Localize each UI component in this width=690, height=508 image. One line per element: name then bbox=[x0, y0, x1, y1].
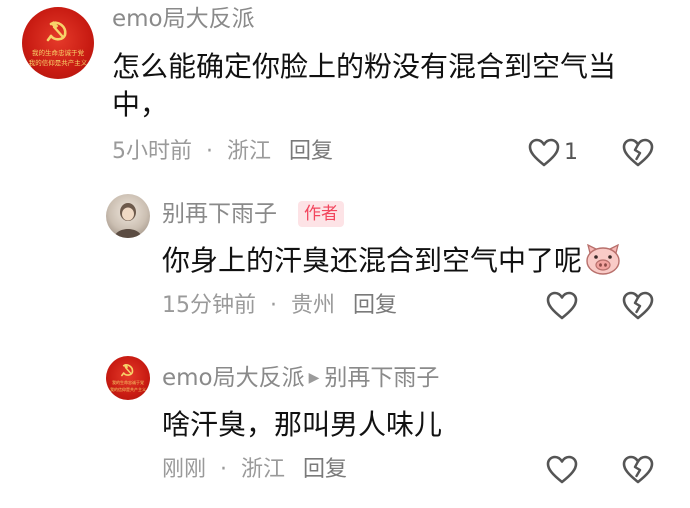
reply-button[interactable]: 回复 bbox=[303, 457, 347, 482]
timestamp: 刚刚 bbox=[162, 457, 207, 482]
broken-heart-icon[interactable] bbox=[622, 455, 654, 485]
heart-outline-icon[interactable] bbox=[546, 291, 578, 321]
comment-meta: 15分钟前 · 贵州 回复 bbox=[162, 292, 397, 320]
comment-text: 啥汗臭，那叫男人味儿 bbox=[162, 408, 443, 441]
username[interactable]: 别再下雨子 bbox=[162, 200, 277, 228]
pig-face-emoji bbox=[586, 244, 620, 275]
reply-header: emo局大反派 ▶ 别再下雨子 bbox=[162, 364, 439, 392]
reply-button[interactable]: 回复 bbox=[289, 139, 333, 164]
username[interactable]: emo局大反派 bbox=[112, 5, 255, 33]
location: 浙江 bbox=[241, 457, 286, 482]
username[interactable]: emo局大反派 bbox=[162, 365, 305, 391]
like-count: 1 bbox=[564, 140, 578, 165]
location: 浙江 bbox=[227, 139, 272, 164]
comment-text: 你身上的汗臭还混合到空气中了呢 bbox=[162, 242, 622, 280]
comment-text: 怎么能确定你脸上的粉没有混合到空气当中， bbox=[112, 50, 617, 121]
comment-meta: 5小时前 · 浙江 回复 bbox=[112, 138, 333, 166]
separator-dot: · bbox=[206, 139, 213, 164]
comment-text-body: 你身上的汗臭还混合到空气中了呢 bbox=[162, 244, 583, 277]
hammer-sickle-icon bbox=[46, 21, 67, 42]
avatar-figure bbox=[114, 203, 142, 238]
timestamp: 15分钟前 bbox=[162, 293, 256, 318]
reply-arrow-icon: ▶ bbox=[308, 370, 320, 386]
location: 贵州 bbox=[291, 293, 336, 318]
author-badge: 作者 bbox=[298, 201, 344, 227]
hammer-sickle-icon bbox=[121, 363, 134, 377]
avatar[interactable]: 我的生命忠诚于党 我的信仰是共产主义 bbox=[22, 7, 94, 79]
separator-dot: · bbox=[220, 457, 228, 482]
avatar[interactable]: 我的生命忠诚于党 我的信仰是共产主义 bbox=[106, 356, 150, 400]
separator-dot: · bbox=[270, 293, 277, 318]
reply-to-username[interactable]: 别再下雨子 bbox=[324, 365, 439, 391]
avatar-caption-line: 我的生命忠诚于党 bbox=[32, 49, 84, 57]
comment-thread: 我的生命忠诚于党 我的信仰是共产主义 emo局大反派 怎么能确定你脸上的粉没有混… bbox=[0, 0, 690, 508]
heart-outline-icon[interactable] bbox=[528, 138, 560, 168]
avatar-caption-line: 我的信仰是共产主义 bbox=[110, 387, 146, 392]
avatar-caption-line: 我的信仰是共产主义 bbox=[28, 59, 88, 67]
heart-outline-icon[interactable] bbox=[546, 455, 578, 485]
timestamp: 5小时前 bbox=[112, 139, 192, 164]
avatar[interactable] bbox=[106, 194, 150, 238]
comment-meta: 刚刚 · 浙江 回复 bbox=[162, 456, 347, 484]
broken-heart-icon[interactable] bbox=[622, 291, 654, 321]
broken-heart-icon[interactable] bbox=[622, 138, 654, 168]
reply-button[interactable]: 回复 bbox=[353, 293, 397, 318]
avatar-caption-line: 我的生命忠诚于党 bbox=[112, 380, 144, 385]
